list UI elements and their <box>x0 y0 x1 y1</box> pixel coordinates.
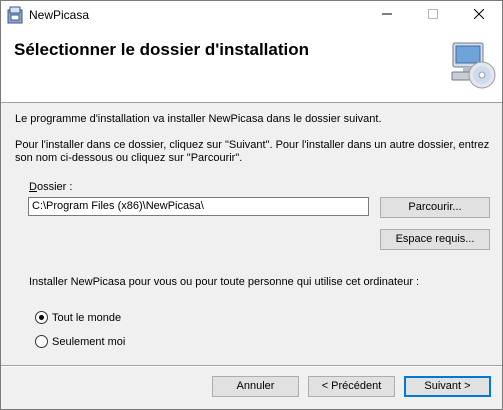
close-icon <box>473 8 485 22</box>
close-button[interactable] <box>456 1 502 29</box>
instructions-line-1: Pour l'installer dans ce dossier, clique… <box>15 139 490 151</box>
install-scope-question: Installer NewPicasa pour vous ou pour to… <box>29 276 420 288</box>
browse-button[interactable]: Parcourir... <box>380 197 490 218</box>
instructions-line-2: son nom ci-dessous ou cliquez sur "Parco… <box>15 152 243 164</box>
folder-label-text: ossier : <box>36 181 73 193</box>
footer-separator <box>1 365 502 367</box>
computer-cd-icon <box>444 40 496 92</box>
maximize-icon <box>428 8 438 22</box>
folder-path-input[interactable]: C:\Program Files (x86)\NewPicasa\ <box>28 197 369 216</box>
radio-only-me-button[interactable] <box>35 335 48 348</box>
maximize-button[interactable] <box>410 1 456 29</box>
folder-label: Dossier : <box>29 181 72 193</box>
folder-label-mnemonic: D <box>29 181 37 193</box>
radio-only-me[interactable]: Seulement moi <box>35 335 125 348</box>
window-title: NewPicasa <box>29 8 90 22</box>
next-button[interactable]: Suivant > <box>404 376 491 397</box>
minimize-button[interactable] <box>364 1 410 29</box>
radio-only-me-label[interactable]: Seulement moi <box>52 336 125 348</box>
radio-everyone-label[interactable]: Tout le monde <box>52 312 121 324</box>
radio-everyone-button[interactable] <box>35 311 48 324</box>
cancel-button[interactable]: Annuler <box>212 376 299 397</box>
disk-space-button[interactable]: Espace requis... <box>380 229 490 250</box>
minimize-icon <box>382 9 392 22</box>
previous-button[interactable]: < Précédent <box>308 376 395 397</box>
radio-everyone[interactable]: Tout le monde <box>35 311 121 324</box>
wizard-header: Sélectionner le dossier d'installation <box>1 29 502 103</box>
installer-package-icon <box>7 6 23 24</box>
installer-window: NewPicasa Sélectionner le dossier d'inst… <box>0 0 503 410</box>
intro-text: Le programme d'installation va installer… <box>15 113 382 125</box>
page-title: Sélectionner le dossier d'installation <box>14 40 310 59</box>
title-bar[interactable]: NewPicasa <box>1 1 502 29</box>
